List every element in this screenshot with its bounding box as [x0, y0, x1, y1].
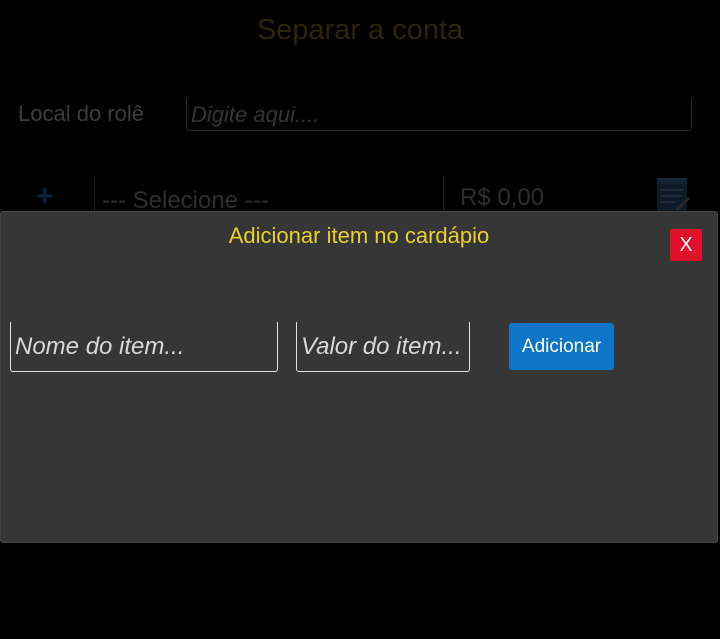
- add-button[interactable]: Adicionar: [509, 323, 614, 370]
- document-edit-icon[interactable]: [655, 177, 691, 213]
- page-title: Separar a conta: [256, 14, 464, 46]
- close-button[interactable]: X: [670, 229, 702, 261]
- item-value-input[interactable]: [296, 322, 470, 372]
- local-label: Local do rolê: [18, 101, 144, 126]
- local-input[interactable]: [186, 99, 692, 131]
- select-divider: [94, 176, 95, 212]
- add-item-modal: Adicionar item no cardápio X Adicionar: [0, 211, 718, 543]
- modal-title: Adicionar item no cardápio: [228, 223, 490, 248]
- price-divider: [443, 176, 444, 212]
- price-value: R$ 0,00: [460, 184, 545, 211]
- item-name-input[interactable]: [10, 322, 278, 372]
- plus-icon[interactable]: +: [36, 182, 54, 212]
